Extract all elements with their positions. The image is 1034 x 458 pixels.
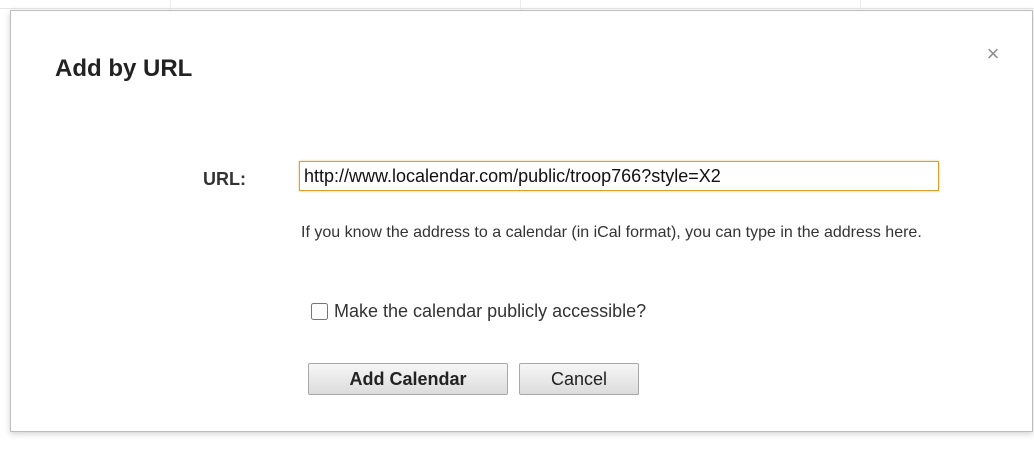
grid-line <box>860 0 861 10</box>
grid-line <box>520 0 521 10</box>
add-calendar-button[interactable]: Add Calendar <box>308 363 508 395</box>
close-icon: × <box>986 41 1000 66</box>
public-checkbox-label: Make the calendar publicly accessible? <box>334 301 647 321</box>
public-checkbox-row[interactable]: Make the calendar publicly accessible? <box>311 301 646 322</box>
help-text: If you know the address to a calendar (i… <box>301 224 922 241</box>
dialog-title: Add by URL <box>55 55 193 82</box>
grid-line <box>0 8 1034 9</box>
close-button[interactable]: × <box>980 41 1006 67</box>
url-input[interactable] <box>299 161 939 191</box>
public-checkbox[interactable] <box>311 303 328 320</box>
url-label: URL: <box>203 169 246 189</box>
add-by-url-dialog: Add by URL × URL: If you know the addres… <box>10 10 1033 432</box>
grid-line <box>170 0 171 10</box>
cancel-button[interactable]: Cancel <box>519 363 639 395</box>
